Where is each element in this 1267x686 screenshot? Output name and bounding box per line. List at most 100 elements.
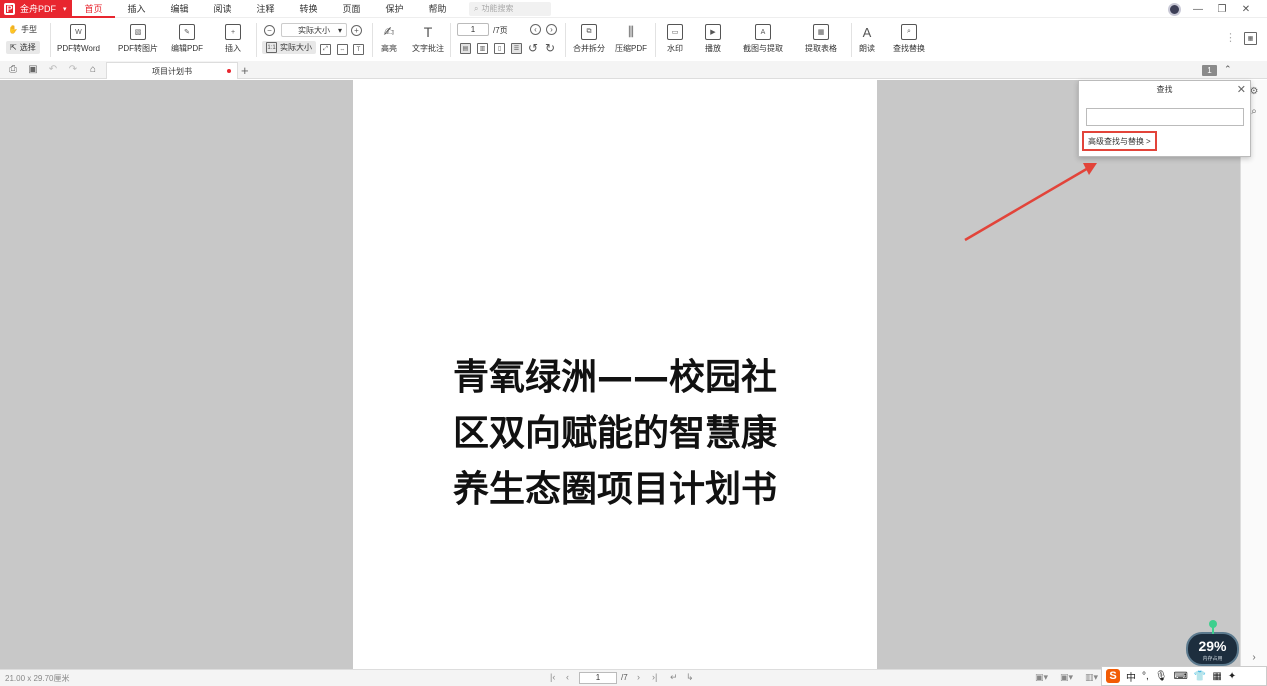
shirt-skin-icon[interactable]: 👕 xyxy=(1194,671,1206,682)
find-replace-label: 查找替换 xyxy=(893,44,925,53)
merge-split-label: 合并拆分 xyxy=(573,44,605,53)
menu-tab-read[interactable]: 阅读 xyxy=(201,0,244,18)
next-page-icon[interactable]: › xyxy=(546,24,557,35)
memory-usage-widget[interactable]: 29% 内存占用 xyxy=(1186,620,1239,666)
menu-tab-convert[interactable]: 转换 xyxy=(287,0,330,18)
menu-tab-page[interactable]: 页面 xyxy=(330,0,373,18)
divider xyxy=(655,23,656,57)
table-icon: ▦ xyxy=(813,24,829,40)
extract-table-button[interactable]: ▦ 提取表格 xyxy=(805,24,837,54)
watermark-icon: ▭ xyxy=(667,24,683,40)
pdf-to-word-button[interactable]: W PDF转Word xyxy=(57,24,100,54)
close-icon[interactable]: ✕ xyxy=(1237,83,1246,96)
next-page-icon[interactable]: › xyxy=(637,672,640,682)
menu-tab-protect[interactable]: 保护 xyxy=(373,0,416,18)
menu-tab-edit[interactable]: 编辑 xyxy=(158,0,201,18)
save-icon[interactable]: ▣ xyxy=(27,64,39,75)
hand-tool-button[interactable]: ✋ 手型 xyxy=(8,24,37,35)
text-comment-button[interactable]: T 文字批注 xyxy=(412,24,444,54)
grid-layout-icon[interactable]: ▦ xyxy=(1244,32,1257,45)
read-aloud-button[interactable]: A 朗读 xyxy=(859,24,875,54)
previous-page-icon[interactable]: ‹ xyxy=(530,24,541,35)
menu-tab-home[interactable]: 首页 xyxy=(72,0,115,18)
collapse-ribbon-icon[interactable]: ⌃ xyxy=(1224,64,1232,75)
redo-icon[interactable]: ↷ xyxy=(67,64,79,75)
text-select-icon[interactable]: T xyxy=(353,44,364,55)
insert-label: 插入 xyxy=(225,44,241,53)
view-mode-icon[interactable]: ▣▾ xyxy=(1035,672,1048,683)
app-logo-icon: P xyxy=(4,2,15,15)
double-page-view-icon[interactable]: ▥ xyxy=(477,43,488,54)
actual-size-button[interactable]: 1:1 实际大小 xyxy=(262,41,316,54)
undo-icon[interactable]: ↶ xyxy=(47,64,59,75)
pdf-to-image-button[interactable]: ▧ PDF转图片 xyxy=(118,24,158,54)
minimize-icon[interactable]: — xyxy=(1191,4,1205,15)
user-avatar[interactable] xyxy=(1168,2,1181,16)
fit-width-icon[interactable]: ⇔ xyxy=(337,44,348,55)
document-tab-label: 项目计划书 xyxy=(152,66,192,76)
last-page-icon[interactable]: ›| xyxy=(652,672,657,682)
single-page-view-icon[interactable]: ▤ xyxy=(460,43,471,54)
layout-mode-icon[interactable]: ▣▾ xyxy=(1060,672,1073,683)
search-icon: ⌕ xyxy=(474,3,479,13)
rotate-left-icon[interactable]: ↺ xyxy=(528,41,538,55)
divider xyxy=(851,23,852,57)
insert-button[interactable]: + 插入 xyxy=(225,24,241,54)
zoom-mode-icon[interactable]: ▥▾ xyxy=(1085,672,1098,683)
play-button[interactable]: ▶ 播放 xyxy=(705,24,721,54)
watermark-button[interactable]: ▭ 水印 xyxy=(667,24,683,54)
divider xyxy=(256,23,257,57)
document-title-line: 养生态圈项目计划书 xyxy=(452,469,777,510)
restore-icon[interactable]: ❐ xyxy=(1215,4,1229,15)
menu-tab-insert[interactable]: 插入 xyxy=(115,0,158,18)
zoom-in-icon[interactable]: + xyxy=(351,25,362,36)
page-number-input[interactable]: 1 xyxy=(457,23,489,36)
play-label: 播放 xyxy=(705,44,721,53)
previous-page-icon[interactable]: ‹ xyxy=(566,672,569,682)
close-icon[interactable]: ✕ xyxy=(1239,4,1253,15)
select-tool-button[interactable]: ⇱ 选择 xyxy=(6,41,40,54)
more-options-icon[interactable]: ⋮ xyxy=(1225,31,1236,44)
go-forward-icon[interactable]: ↳ xyxy=(686,672,694,683)
right-side-rail: ⚙ ⌕ › xyxy=(1240,80,1267,669)
memory-usage-percent: 29% xyxy=(1198,638,1227,654)
zoom-out-icon[interactable]: − xyxy=(264,25,275,36)
book-view-icon[interactable]: ▯ xyxy=(494,43,505,54)
keyboard-icon[interactable]: ⌨ xyxy=(1173,671,1187,682)
feature-search-box[interactable]: ⌕ 功能搜索 xyxy=(469,1,551,16)
menu-tab-help[interactable]: 帮助 xyxy=(416,0,459,18)
status-page-input[interactable]: 1 xyxy=(579,672,617,684)
actual-size-label: 实际大小 xyxy=(280,43,312,52)
pdf-page: 青氧绿洲——校园社 区双向赋能的智慧康 养生态圈项目计划书 xyxy=(353,80,877,669)
go-back-icon[interactable]: ↵ xyxy=(670,672,678,683)
app-brand-button[interactable]: P 金舟PDF ▾ xyxy=(0,0,72,18)
zoom-select[interactable]: 实际大小 ▾ xyxy=(281,23,347,37)
advanced-find-replace-link[interactable]: 高级查找与替换 > xyxy=(1082,131,1157,151)
edit-pdf-button[interactable]: ✎ 编辑PDF xyxy=(171,24,203,54)
compress-pdf-button[interactable]: ⫼ 压缩PDF xyxy=(615,24,647,54)
find-input[interactable] xyxy=(1086,108,1244,126)
continuous-view-icon[interactable]: ☰ xyxy=(511,43,522,54)
document-tab[interactable]: 项目计划书 xyxy=(106,62,238,79)
fit-page-icon[interactable]: ⤢ xyxy=(320,44,331,55)
merge-split-button[interactable]: ⧉ 合并拆分 xyxy=(573,24,605,54)
apps-grid-icon[interactable]: ▦ xyxy=(1212,671,1221,682)
chevron-right-icon[interactable]: › xyxy=(1248,652,1260,664)
print-icon[interactable]: ⎙ xyxy=(7,64,19,75)
highlight-label: 高亮 xyxy=(381,44,397,53)
document-title-line: 区双向赋能的智慧康 xyxy=(452,413,777,454)
rotate-right-icon[interactable]: ↻ xyxy=(545,41,555,55)
microphone-icon[interactable]: 🎙 xyxy=(1155,671,1168,682)
screenshot-extract-button[interactable]: A 截图与提取 xyxy=(743,24,783,54)
add-tab-icon[interactable]: + xyxy=(241,63,249,78)
first-page-icon[interactable]: |‹ xyxy=(550,672,555,682)
toolbox-icon[interactable]: ✦ xyxy=(1228,671,1236,682)
punctuation-icon[interactable]: °, xyxy=(1142,671,1149,682)
main-menu: 首页 插入 编辑 阅读 注释 转换 页面 保护 帮助 xyxy=(72,0,459,18)
sogou-logo-icon[interactable]: S xyxy=(1106,669,1120,683)
menu-tab-annotate[interactable]: 注释 xyxy=(244,0,287,18)
home-icon[interactable]: ⌂ xyxy=(87,64,99,75)
ime-language-toggle[interactable]: 中 xyxy=(1126,669,1136,684)
highlight-button[interactable]: ✍ 高亮 xyxy=(381,24,397,54)
find-replace-button[interactable]: ⌕ 查找替换 xyxy=(893,24,925,54)
